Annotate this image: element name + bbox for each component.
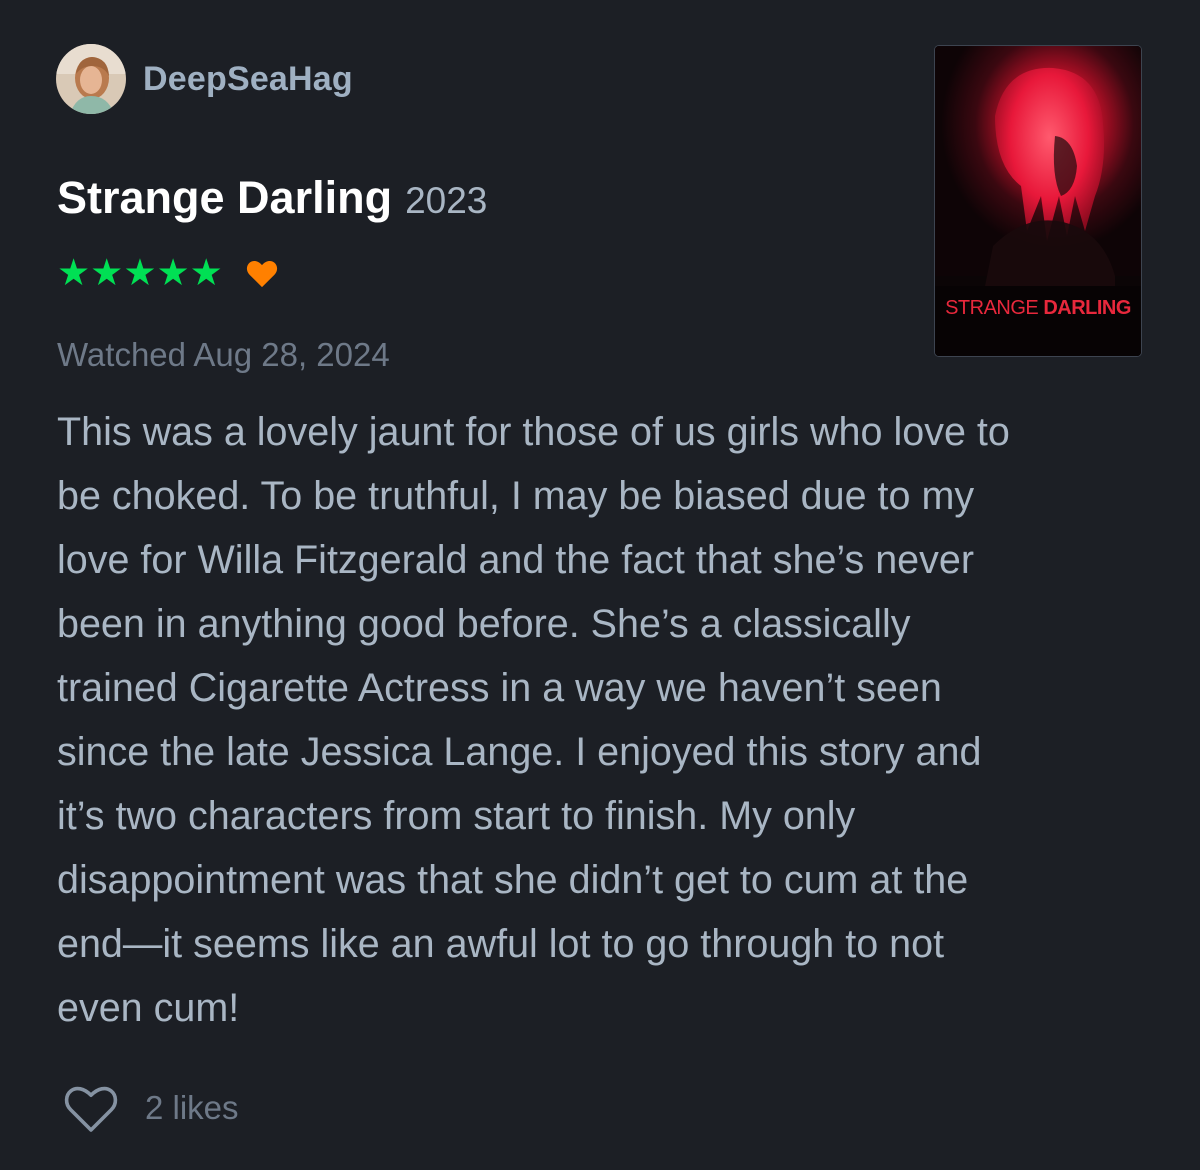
liked-heart-icon [246, 261, 277, 288]
username[interactable]: DeepSeaHag [143, 60, 353, 99]
review-text: This was a lovely jaunt for those of us … [57, 400, 1157, 1040]
review-line: trained Cigarette Actress in a way we ha… [57, 666, 942, 710]
review-line: it’s two characters from start to finish… [57, 794, 856, 838]
svg-text:STRANGE DARLING: STRANGE DARLING [945, 297, 1131, 319]
film-year[interactable]: 2023 [405, 180, 487, 222]
review-line: disappointment was that she didn’t get t… [57, 858, 969, 902]
avatar[interactable] [56, 44, 126, 114]
avatar-image [56, 44, 126, 114]
star-rating: ★★★★★ [57, 252, 223, 293]
review-line: love for Willa Fitzgerald and the fact t… [57, 538, 975, 582]
review-card: DeepSeaHag STRANGE DARLING Strange Darli… [0, 0, 1200, 1170]
review-line: since the late Jessica Lange. I enjoyed … [57, 730, 982, 774]
review-line: end—it seems like an awful lot to go thr… [57, 922, 945, 966]
review-line: This was a lovely jaunt for those of us … [57, 410, 1010, 454]
heart-outline-icon[interactable] [63, 1082, 119, 1134]
watched-date: Watched Aug 28, 2024 [57, 336, 390, 373]
review-line: been in anything good before. She’s a cl… [57, 602, 911, 646]
rating-row: ★★★★★ [57, 253, 279, 293]
film-title[interactable]: Strange Darling [57, 172, 392, 224]
film-title-row: Strange Darling 2023 [57, 172, 487, 224]
review-line: even cum! [57, 986, 240, 1030]
likes-row: 2 likes [63, 1082, 239, 1134]
review-header: DeepSeaHag [56, 43, 353, 115]
poster-title-bold: DARLING [1043, 297, 1131, 319]
review-line: be choked. To be truthful, I may be bias… [57, 474, 975, 518]
poster-image: STRANGE DARLING [935, 46, 1141, 356]
poster-title-light: STRANGE [945, 297, 1043, 319]
film-poster[interactable]: STRANGE DARLING [934, 45, 1142, 357]
likes-count[interactable]: 2 likes [145, 1089, 239, 1127]
